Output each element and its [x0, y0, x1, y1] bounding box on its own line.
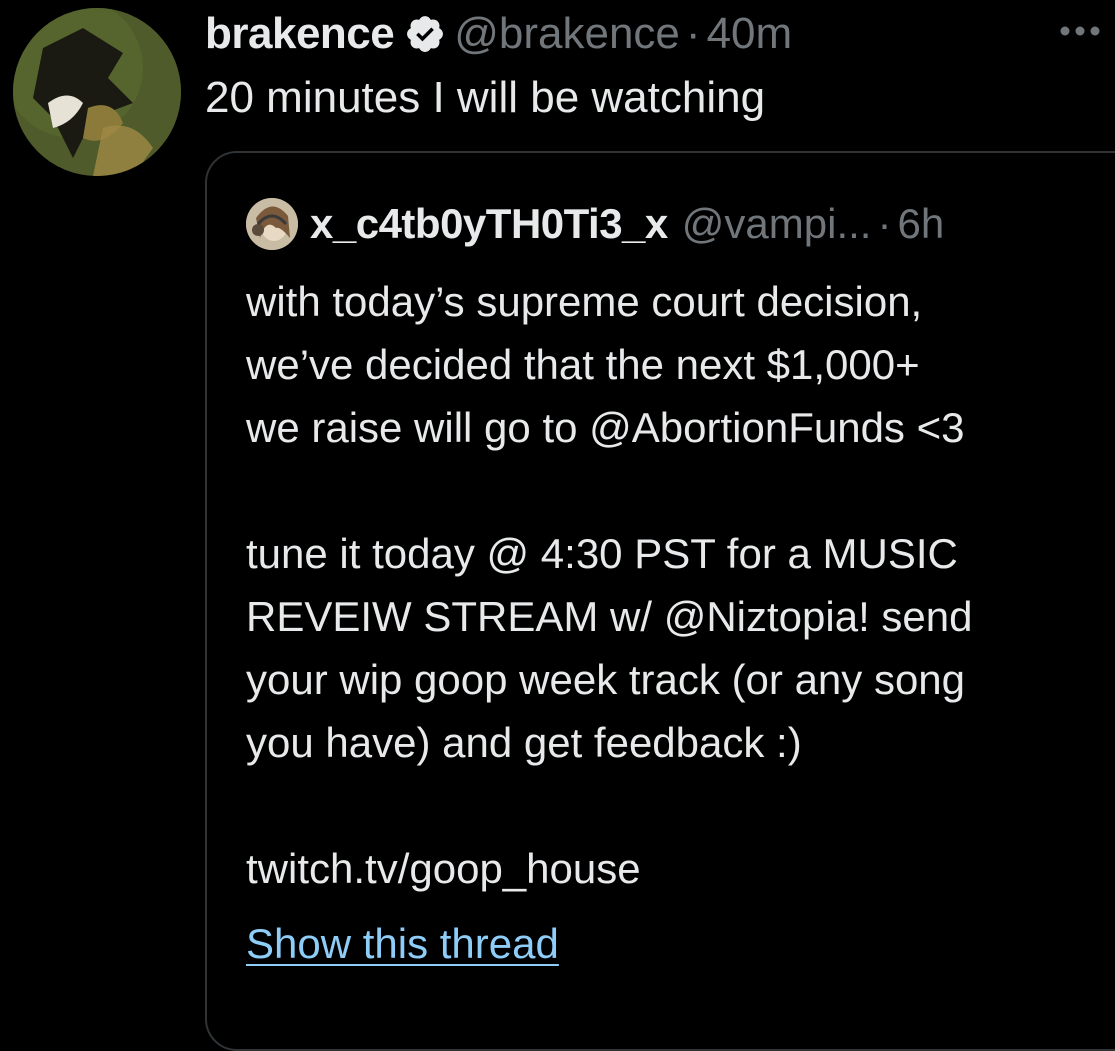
quoted-tweet-text: with today’s supreme court decision, we’… [246, 270, 1096, 900]
display-name[interactable]: brakence [205, 6, 395, 62]
quoted-handle[interactable]: @vampi... [682, 196, 872, 252]
avatar-image [13, 8, 181, 176]
quoted-line-blank [246, 774, 1096, 837]
timestamp[interactable]: 40m [707, 6, 793, 62]
tweet[interactable]: brakence @brakence · 40m 20 minutes I wi… [0, 0, 1115, 1051]
avatar[interactable] [13, 8, 181, 176]
show-thread-link[interactable]: Show this thread [246, 912, 559, 975]
quoted-avatar[interactable] [246, 198, 298, 250]
quoted-tweet-header: x_c4tb0yTH0Ti3_x @vampi... · 6h [246, 196, 944, 252]
quoted-line: your wip goop week track (or any song [246, 656, 966, 703]
handle[interactable]: @brakence [454, 6, 680, 62]
quoted-timestamp[interactable]: 6h [897, 196, 944, 252]
quoted-display-name[interactable]: x_c4tb0yTH0Ti3_x [310, 196, 668, 252]
quoted-line-blank [246, 459, 1096, 522]
quoted-line: tune it today @ 4:30 PST for a MUSIC [246, 530, 958, 577]
quoted-line: we’ve decided that the next $1,000+ [246, 341, 920, 388]
quoted-line: we raise will go to @AbortionFunds <3 [246, 404, 965, 451]
tweet-text: 20 minutes I will be watching [205, 73, 766, 122]
separator: · [685, 9, 701, 58]
quoted-link-line: twitch.tv/goop_house [246, 845, 641, 892]
quoted-line: with today’s supreme court decision, [246, 278, 923, 325]
tweet-header: brakence @brakence · 40m [205, 6, 792, 62]
quoted-line: you have) and get feedback :) [246, 719, 802, 766]
verified-badge-icon [404, 13, 446, 55]
quoted-line: REVEIW STREAM w/ @Niztopia! send [246, 593, 973, 640]
more-options-icon[interactable] [1055, 6, 1105, 56]
quoted-separator: · [877, 200, 892, 247]
